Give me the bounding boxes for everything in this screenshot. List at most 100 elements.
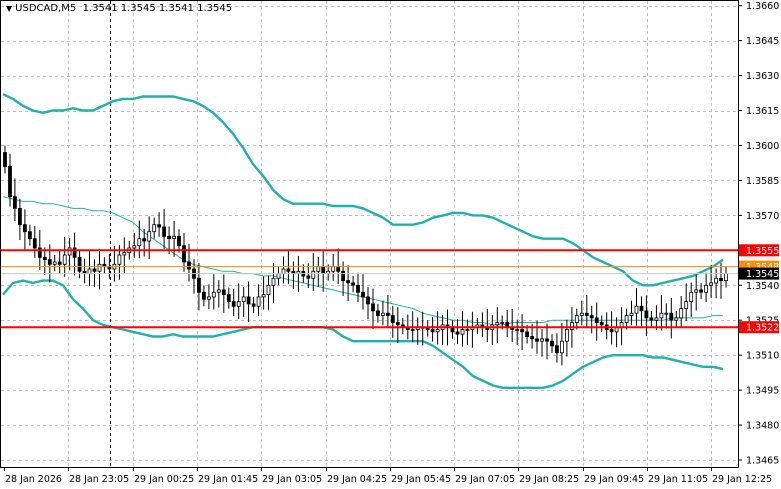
candle-body	[351, 282, 356, 286]
candle-body	[520, 329, 524, 333]
candle-body	[380, 312, 385, 316]
time-tick-label: 28 Jan 23:05	[69, 474, 129, 485]
candle-body	[659, 312, 664, 319]
candle-body	[306, 275, 311, 279]
price-tick-label: 1.3630	[746, 71, 779, 82]
candle-body	[465, 329, 470, 331]
candle-body	[361, 291, 365, 298]
candle-body	[346, 280, 351, 284]
candle-body	[410, 329, 415, 331]
candle-body	[624, 315, 629, 324]
candle-body	[724, 273, 728, 282]
candle-body	[495, 322, 500, 326]
symbol-triangle-icon: ▼	[6, 4, 13, 13]
symbol-timeframe: USDCAD,M5	[15, 3, 77, 14]
candle-body	[27, 231, 32, 240]
candle-body	[47, 259, 52, 265]
candle-body	[609, 329, 614, 333]
candle-body	[699, 289, 703, 293]
price-tick-label: 1.3645	[746, 36, 779, 47]
candle-body	[455, 331, 460, 335]
price-chart[interactable]: 1.3660 1.3645 1.3630 1.3615 1.3600 1.3585 1.35…	[0, 0, 781, 489]
candle-body	[17, 207, 22, 226]
candle-body	[649, 317, 654, 321]
level-price-label: 1.3522	[746, 323, 779, 334]
candle-body	[704, 284, 708, 293]
price-tick-label: 1.3585	[746, 176, 779, 187]
time-tick-label: 29 Jan 03:05	[262, 474, 322, 485]
candle-body	[356, 284, 360, 293]
candle-body	[634, 305, 639, 314]
price-tick-label: 1.3570	[746, 211, 779, 222]
candle-body	[241, 296, 246, 302]
candle-body	[664, 312, 669, 315]
candle-body	[12, 196, 17, 209]
level-price-label: 1.3555	[746, 246, 779, 257]
candle-body	[251, 303, 256, 307]
candle-body	[714, 277, 718, 284]
candle-body	[167, 235, 172, 240]
candle-body	[67, 247, 72, 256]
candle-body	[555, 345, 559, 354]
candle-body	[435, 329, 440, 333]
candle-body	[560, 340, 564, 354]
time-tick-label: 29 Jan 05:45	[391, 474, 451, 485]
candle-body	[336, 266, 341, 272]
candle-body	[22, 224, 27, 233]
candle-body	[669, 312, 674, 321]
candle-body	[709, 282, 713, 286]
price-tick-label: 1.3495	[746, 386, 779, 397]
ohlc-values: 1.3541 1.3545 1.3541 1.3545	[82, 3, 233, 14]
time-tick-label: 29 Jan 00:25	[134, 474, 194, 485]
candle-body	[366, 296, 370, 305]
candle-body	[3, 152, 7, 167]
candle-body	[550, 340, 554, 347]
candle-body	[689, 291, 694, 302]
candle-body	[375, 310, 380, 316]
candle-body	[589, 315, 594, 319]
candle-body	[206, 296, 211, 300]
candle-body	[42, 256, 47, 260]
candle-body	[137, 238, 142, 247]
candle-body	[460, 329, 465, 335]
candle-body	[629, 312, 634, 316]
candle-body	[684, 301, 689, 310]
candle-body	[271, 277, 276, 286]
price-tick-label: 1.3660	[746, 1, 779, 12]
candle-body	[221, 289, 226, 295]
candle-body	[599, 322, 604, 326]
candle-body	[157, 224, 162, 228]
candle-body	[574, 315, 579, 324]
price-tick-label: 1.3540	[746, 281, 779, 292]
candle-body	[341, 270, 346, 281]
candle-body	[132, 245, 137, 249]
candle-body	[654, 317, 659, 321]
candle-body	[371, 303, 375, 312]
time-tick-label: 29 Jan 08:25	[519, 474, 579, 485]
candle-body	[579, 312, 584, 316]
candle-body	[216, 289, 221, 293]
candle-body	[246, 296, 251, 305]
candle-body	[281, 268, 286, 275]
candle-body	[545, 338, 549, 342]
candle-body	[211, 291, 216, 298]
candle-body	[674, 317, 679, 321]
candle-body	[430, 329, 435, 333]
candle-body	[390, 315, 395, 324]
candle-body	[286, 268, 291, 272]
candle-body	[147, 231, 152, 242]
candle-body	[540, 338, 544, 342]
chart-canvas[interactable]: 1.3660 1.3645 1.3630 1.3615 1.3600 1.3585 1.35…	[0, 0, 781, 489]
candle-body	[719, 277, 723, 281]
candle-body	[92, 268, 97, 272]
candle-body	[316, 266, 321, 272]
candle-body	[231, 301, 236, 307]
candle-body	[236, 301, 241, 307]
time-tick-label: 28 Jan 2026	[5, 474, 62, 485]
candle-body	[565, 329, 569, 342]
time-tick-label: 29 Jan 01:45	[198, 474, 258, 485]
chart-header: ▼ USDCAD,M5 1.3541 1.3545 1.3541 1.3545	[6, 3, 232, 15]
candle-body	[321, 266, 326, 275]
candle-body	[57, 261, 62, 265]
candle-body	[535, 338, 539, 342]
